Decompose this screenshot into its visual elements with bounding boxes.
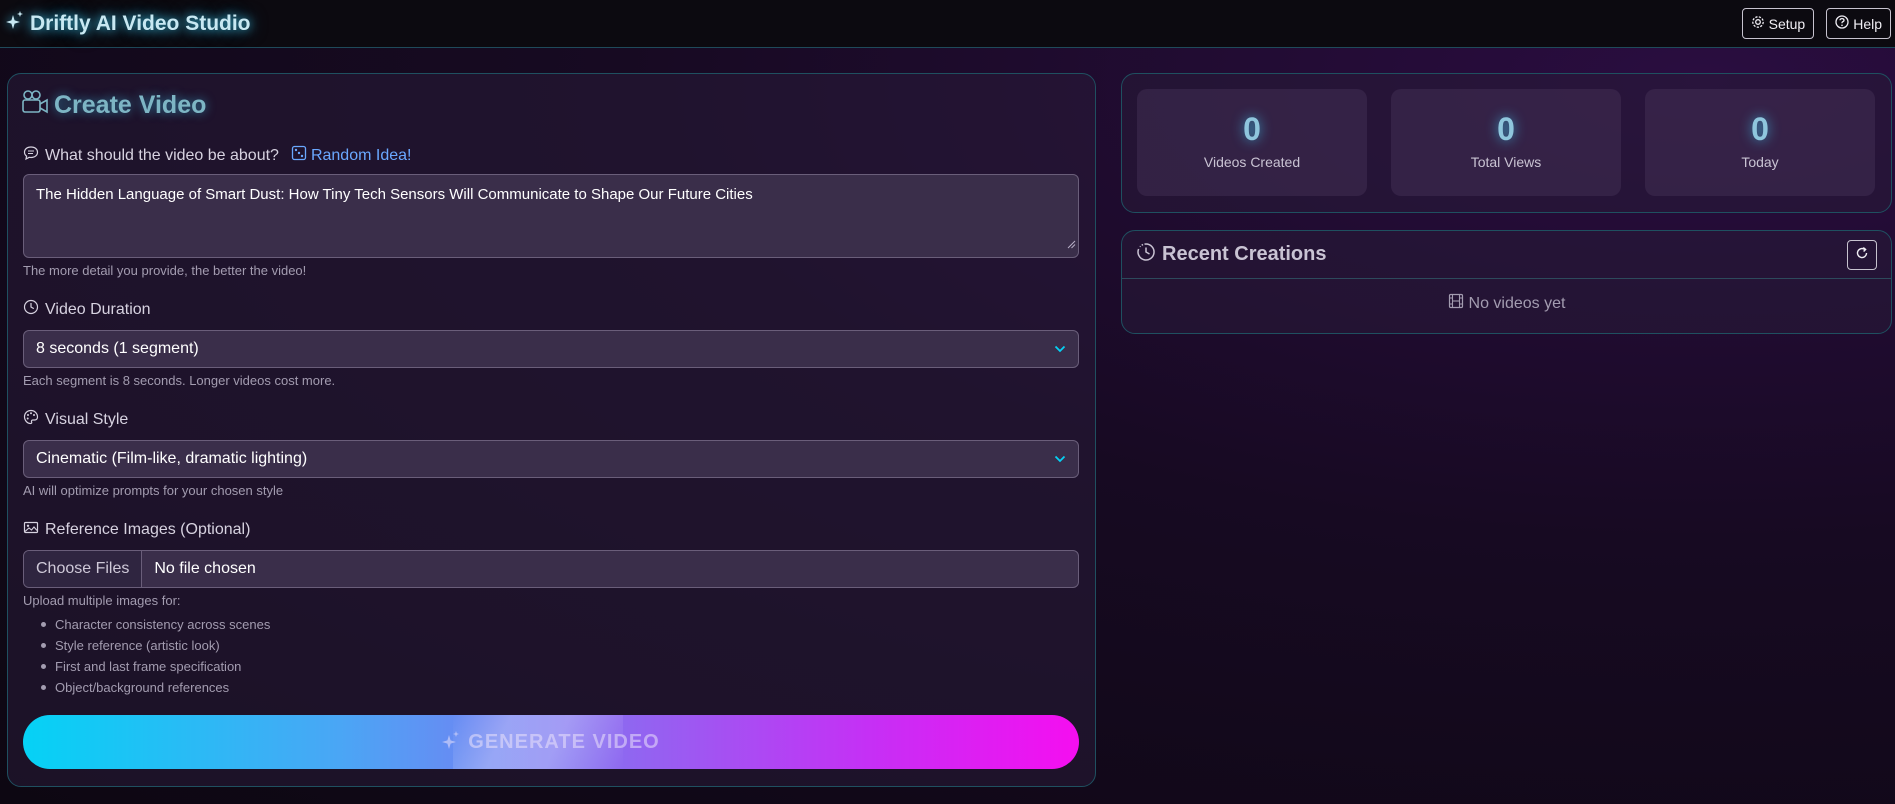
generate-video-label: GENERATE VIDEO xyxy=(468,730,660,753)
stat-label: Total Views xyxy=(1470,154,1542,170)
recent-empty-text: No videos yet xyxy=(1468,294,1566,312)
stats-panel: 0 Videos Created 0 Total Views 0 Today xyxy=(1121,73,1892,213)
recent-creations-panel: Recent Creations No videos yet xyxy=(1121,230,1892,334)
reference-label: Reference Images (Optional) xyxy=(45,520,251,538)
list-item: First and last frame specification xyxy=(40,656,270,677)
sparkles-icon xyxy=(6,11,24,36)
create-video-panel: Create Video What should the video be ab… xyxy=(7,73,1096,787)
stat-label: Today xyxy=(1741,154,1779,170)
chat-bubble-icon xyxy=(23,145,39,166)
prompt-hint: The more detail you provide, the better … xyxy=(23,263,307,278)
refresh-button[interactable] xyxy=(1847,239,1877,270)
palette-icon xyxy=(23,409,39,430)
chevron-down-icon xyxy=(1054,450,1066,468)
style-label: Visual Style xyxy=(45,410,129,428)
stat-card-videos-created: 0 Videos Created xyxy=(1137,89,1367,196)
random-idea-label: Random Idea! xyxy=(310,146,412,164)
style-select[interactable]: Cinematic (Film-like, dramatic lighting) xyxy=(23,440,1079,478)
list-item: Style reference (artistic look) xyxy=(40,635,270,656)
clock-icon xyxy=(23,299,39,320)
dice-icon xyxy=(291,145,307,166)
prompt-label: What should the video be about? xyxy=(45,146,279,164)
setup-button[interactable]: Setup xyxy=(1741,8,1815,39)
reference-label-row: Reference Images (Optional) xyxy=(23,519,250,540)
generate-video-button[interactable]: GENERATE VIDEO xyxy=(23,715,1079,769)
help-button-label: Help xyxy=(1853,15,1882,32)
stat-value: 0 xyxy=(1751,111,1769,147)
chevron-down-icon xyxy=(1054,340,1066,358)
prompt-text: The Hidden Language of Smart Dust: How T… xyxy=(36,186,753,203)
gear-icon xyxy=(1751,15,1765,32)
create-video-title: Create Video xyxy=(54,91,207,119)
question-circle-icon xyxy=(1835,15,1849,32)
brand[interactable]: Driftly AI Video Studio xyxy=(6,11,251,36)
film-icon xyxy=(1448,293,1464,314)
create-video-heading: Create Video xyxy=(22,90,206,121)
style-value: Cinematic (Film-like, dramatic lighting) xyxy=(36,450,308,467)
duration-value: 8 seconds (1 segment) xyxy=(36,340,199,357)
upload-hint: Upload multiple images for: xyxy=(23,593,181,608)
stat-label: Videos Created xyxy=(1203,154,1301,170)
reference-file-input[interactable]: Choose Files No file chosen xyxy=(23,550,1079,588)
top-bar: Driftly AI Video Studio Setup Help xyxy=(0,0,1895,48)
setup-button-label: Setup xyxy=(1768,15,1806,32)
choose-files-button[interactable]: Choose Files xyxy=(24,551,143,587)
stat-value: 0 xyxy=(1243,111,1261,147)
file-status: No file chosen xyxy=(154,560,256,577)
recent-creations-header: Recent Creations xyxy=(1122,231,1891,279)
app-title: Driftly AI Video Studio xyxy=(30,11,251,35)
list-item: Character consistency across scenes xyxy=(40,614,270,635)
stat-card-total-views: 0 Total Views xyxy=(1391,89,1621,196)
stat-card-today: 0 Today xyxy=(1645,89,1875,196)
random-idea-link[interactable]: Random Idea! xyxy=(291,145,412,166)
resize-grip-icon[interactable] xyxy=(1066,235,1076,255)
upload-uses-list: Character consistency across scenes Styl… xyxy=(40,614,270,698)
sparkles-icon xyxy=(442,730,460,754)
style-hint: AI will optimize prompts for your chosen… xyxy=(23,483,284,498)
clock-history-icon xyxy=(1136,242,1156,268)
prompt-textarea[interactable]: The Hidden Language of Smart Dust: How T… xyxy=(23,174,1079,258)
stat-value: 0 xyxy=(1497,111,1515,147)
recent-empty-state: No videos yet xyxy=(1122,293,1891,314)
video-camera-icon xyxy=(22,90,48,121)
recent-creations-heading: Recent Creations xyxy=(1136,242,1327,268)
list-item: Object/background references xyxy=(40,677,270,698)
prompt-label-row: What should the video be about? Random I… xyxy=(23,145,411,166)
duration-select[interactable]: 8 seconds (1 segment) xyxy=(23,330,1079,368)
recent-creations-title: Recent Creations xyxy=(1162,243,1327,265)
duration-label: Video Duration xyxy=(45,300,151,318)
help-button[interactable]: Help xyxy=(1826,8,1891,39)
duration-label-row: Video Duration xyxy=(23,299,151,320)
style-label-row: Visual Style xyxy=(23,409,128,430)
duration-hint: Each segment is 8 seconds. Longer videos… xyxy=(23,373,336,388)
images-icon xyxy=(23,519,39,540)
refresh-icon xyxy=(1855,246,1869,263)
